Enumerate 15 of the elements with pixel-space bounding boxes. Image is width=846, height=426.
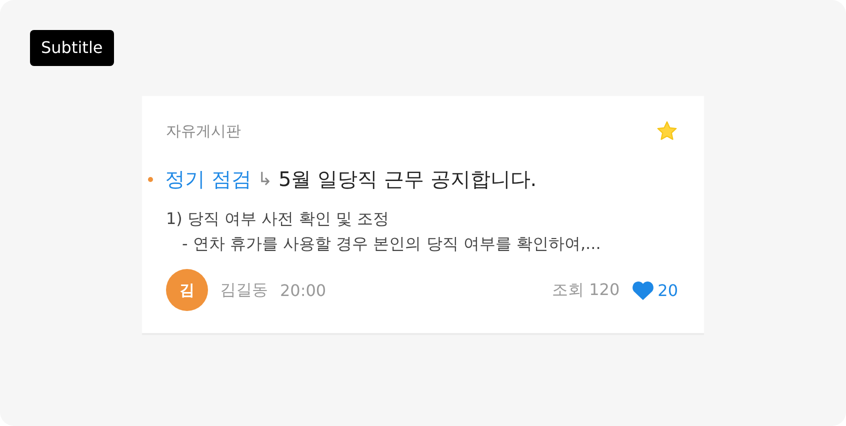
view-count: 조회 120 xyxy=(552,280,620,300)
heart-icon[interactable] xyxy=(632,280,654,300)
subtitle-label: Subtitle xyxy=(30,30,114,66)
post-excerpt: 1) 당직 여부 사전 확인 및 조정 xyxy=(166,209,390,230)
author-avatar: 김 xyxy=(166,269,208,311)
post-title: 5월 일당직 근무 공지합니다. xyxy=(278,166,537,193)
reply-arrow: ↳ xyxy=(257,169,272,190)
post-card[interactable]: 자유게시판 정기 점검 ↳ 5월 일당직 근무 공지합니다. 1) 당직 여부 사전 확인 및 조정 - 연차 휴가를 사용할 경우 본인의 당직 여부를 확인하여,... 김 김길동 20:00 조회 120 20 xyxy=(142,96,704,335)
like-count: 20 xyxy=(658,280,678,300)
star-icon[interactable] xyxy=(656,120,678,142)
post-time: 20:00 xyxy=(280,280,326,300)
author-name: 김길동 xyxy=(220,280,268,300)
board-name: 자유게시판 xyxy=(166,122,241,140)
post-excerpt: - 연차 휴가를 사용할 경우 본인의 당직 여부를 확인하여,... xyxy=(181,234,602,255)
category-label: 정기 점검 xyxy=(165,166,252,193)
